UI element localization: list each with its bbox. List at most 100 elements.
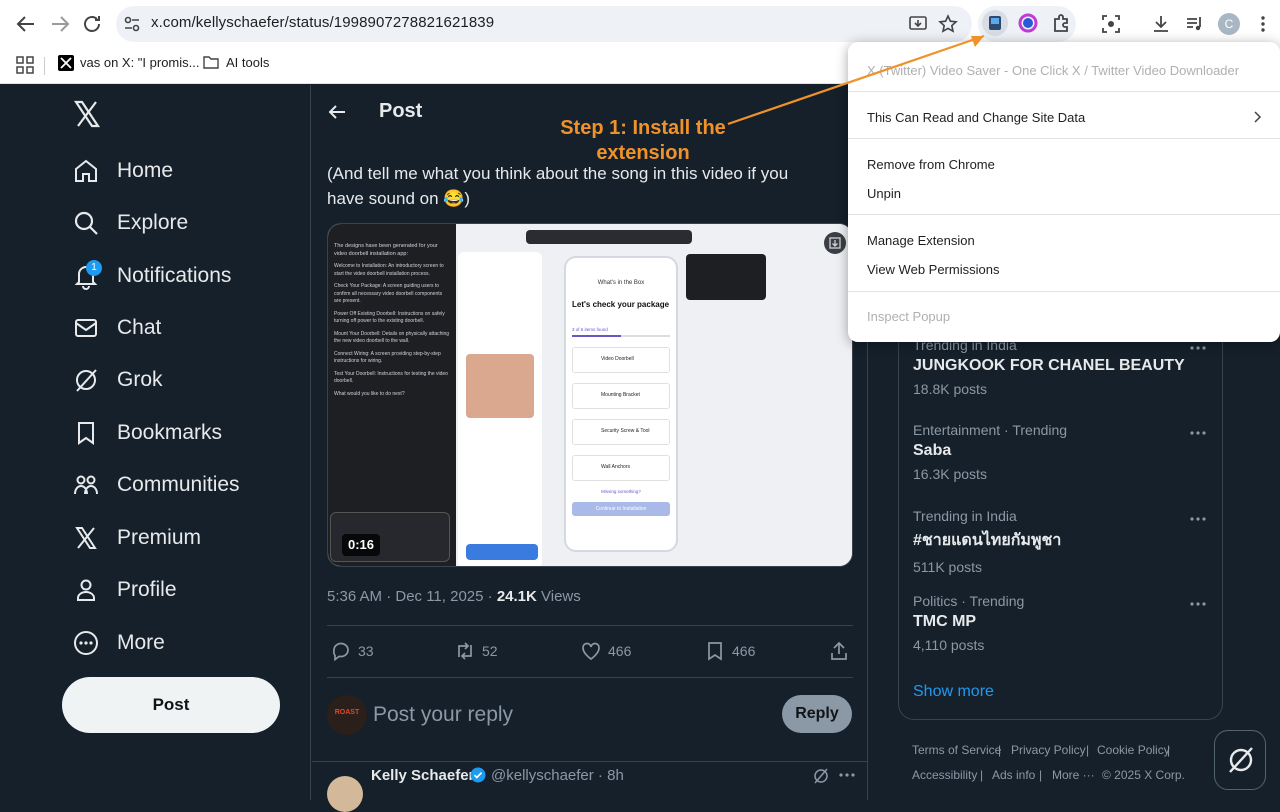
reload-icon[interactable] xyxy=(80,12,104,36)
bookmark-vas-on-x[interactable]: vas on X: "I promis... xyxy=(80,55,200,70)
trend-more-icon[interactable] xyxy=(1188,426,1208,440)
download-icon[interactable] xyxy=(1150,13,1172,35)
menu-remove-from-chrome[interactable]: Remove from Chrome xyxy=(867,157,995,172)
video-chat-line: Mount Your Doorbell: Details on physical… xyxy=(334,330,450,345)
color-extension-icon[interactable] xyxy=(1016,11,1040,35)
trend-item[interactable]: Politics · Trending TMC MP 4,110 posts xyxy=(913,593,1024,653)
trend-item[interactable]: Entertainment · Trending Saba 16.3K post… xyxy=(913,422,1067,482)
lens-icon[interactable] xyxy=(1100,13,1122,35)
tweet-video[interactable]: The designs have been generated for your… xyxy=(327,223,853,567)
footer-ads-info[interactable]: Ads info xyxy=(992,768,1035,782)
url-text[interactable]: x.com/kellyschaefer/status/1998907278821… xyxy=(151,14,494,31)
reply-button[interactable]: Reply xyxy=(782,695,852,733)
tweet-views-label: Views xyxy=(536,588,581,605)
nav-more[interactable]: More xyxy=(72,623,165,663)
grok-icon[interactable] xyxy=(812,767,830,785)
trend-item[interactable]: Trending in India JUNGKOOK FOR CHANEL BE… xyxy=(913,337,1185,397)
search-icon xyxy=(72,209,100,237)
video-toolbar xyxy=(526,230,692,244)
nav-chat[interactable]: Chat xyxy=(72,308,161,348)
share-action[interactable] xyxy=(828,640,856,662)
nav-profile[interactable]: Profile xyxy=(72,570,177,610)
menu-view-web-permissions[interactable]: View Web Permissions xyxy=(867,262,999,277)
trend-count: 18.8K posts xyxy=(913,381,987,397)
nav-grok[interactable]: Grok xyxy=(72,360,163,400)
reply-author-avatar[interactable] xyxy=(327,776,363,812)
footer-accessibility[interactable]: Accessibility xyxy=(912,768,977,782)
menu-unpin[interactable]: Unpin xyxy=(867,186,901,201)
trend-name: TMC MP xyxy=(913,613,977,630)
reply-icon xyxy=(330,640,352,662)
bookmark-ai-tools[interactable]: AI tools xyxy=(226,55,269,70)
kebab-menu-icon[interactable] xyxy=(1252,13,1274,35)
bookmark-action[interactable]: 466 xyxy=(704,640,755,662)
extensions-puzzle-icon[interactable] xyxy=(1050,11,1074,35)
grok-icon xyxy=(1226,745,1256,775)
nav-communities[interactable]: Communities xyxy=(72,465,240,505)
chevron-right-icon xyxy=(1252,110,1262,124)
nav-home[interactable]: Home xyxy=(72,151,173,191)
phone-progress: 3 of 6 items found xyxy=(572,327,608,332)
media-queue-icon[interactable] xyxy=(1184,13,1206,35)
nav-notifications[interactable]: 1 Notifications xyxy=(72,256,231,296)
menu-extension-title: X (Twitter) Video Saver - One Click X / … xyxy=(867,63,1240,78)
trend-count: 4,110 posts xyxy=(913,637,985,653)
show-more-link[interactable]: Show more xyxy=(913,683,994,701)
trend-item[interactable]: Trending in India #ชายแดนไทยกัมพูชา 511K… xyxy=(913,508,1061,575)
reply-author-name[interactable]: Kelly Schaefer xyxy=(371,767,474,784)
like-action[interactable]: 466 xyxy=(580,640,631,662)
post-button[interactable]: Post xyxy=(62,677,280,733)
tweet-meta: 5:36 AM · Dec 11, 2025 · 24.1K Views xyxy=(327,588,581,605)
mail-icon xyxy=(72,314,100,342)
footer-more[interactable]: More ··· xyxy=(1052,768,1095,782)
nav-notifications-label: Notifications xyxy=(117,264,232,287)
cast-icon[interactable] xyxy=(908,14,928,34)
back-arrow-icon[interactable] xyxy=(14,12,38,36)
nav-explore[interactable]: Explore xyxy=(72,203,188,243)
x-logo-icon[interactable] xyxy=(72,99,102,129)
nav-premium[interactable]: Premium xyxy=(72,518,201,558)
apps-grid-icon[interactable] xyxy=(16,56,34,74)
bookmark-icon xyxy=(72,419,100,447)
forward-arrow-icon[interactable] xyxy=(48,12,72,36)
footer-copyright: © 2025 X Corp. xyxy=(1102,768,1185,782)
bookmark-star-icon[interactable] xyxy=(938,14,958,34)
reply-action[interactable]: 33 xyxy=(330,640,374,662)
menu-site-data[interactable]: This Can Read and Change Site Data xyxy=(867,110,1085,125)
nav-profile-label: Profile xyxy=(117,578,177,601)
user-avatar[interactable]: ROAST xyxy=(327,695,367,735)
reply-tweet[interactable]: Kelly Schaefer @kellyschaefer · 8h xyxy=(312,761,868,812)
grok-floating-button[interactable] xyxy=(1214,730,1266,790)
site-settings-icon[interactable] xyxy=(122,14,142,34)
bookmark-icon xyxy=(704,640,726,662)
trend-more-icon[interactable] xyxy=(1188,341,1208,355)
nav-bookmarks-label: Bookmarks xyxy=(117,421,223,444)
communities-icon xyxy=(72,471,100,499)
tweet-time[interactable]: 5:36 AM · Dec 11, 2025 · xyxy=(327,588,497,605)
trend-more-icon[interactable] xyxy=(1188,512,1208,526)
footer-separator: | xyxy=(980,768,984,782)
trend-more-icon[interactable] xyxy=(1188,597,1208,611)
reply-author-handle[interactable]: @kellyschaefer · 8h xyxy=(491,767,624,784)
profile-avatar[interactable]: C xyxy=(1218,13,1240,35)
video-chat-line: Connect Wiring: A screen providing step-… xyxy=(334,350,441,365)
x-premium-icon xyxy=(72,524,100,552)
phone-item: Video Doorbell xyxy=(572,347,670,373)
video-saver-extension-icon[interactable] xyxy=(982,10,1008,36)
nav-premium-label: Premium xyxy=(117,526,202,549)
menu-manage-extension[interactable]: Manage Extension xyxy=(867,233,975,248)
reply-input[interactable]: Post your reply xyxy=(373,703,513,727)
download-video-icon[interactable] xyxy=(824,232,846,254)
footer-terms[interactable]: Terms of Service xyxy=(912,743,1001,757)
footer-privacy[interactable]: Privacy Policy xyxy=(1011,743,1086,757)
bell-icon: 1 xyxy=(72,260,102,290)
footer-cookie[interactable]: Cookie Policy xyxy=(1097,743,1170,757)
phone-cta: Continue to Installation xyxy=(572,502,670,516)
repost-action[interactable]: 52 xyxy=(454,640,498,662)
tweet-text: (And tell me what you think about the so… xyxy=(327,164,789,208)
more-dots-icon[interactable] xyxy=(838,772,856,778)
bookmark-divider xyxy=(44,57,45,75)
nav-bookmarks[interactable]: Bookmarks xyxy=(72,413,222,453)
back-arrow-icon[interactable] xyxy=(327,102,347,122)
footer-separator: | xyxy=(1167,743,1171,757)
